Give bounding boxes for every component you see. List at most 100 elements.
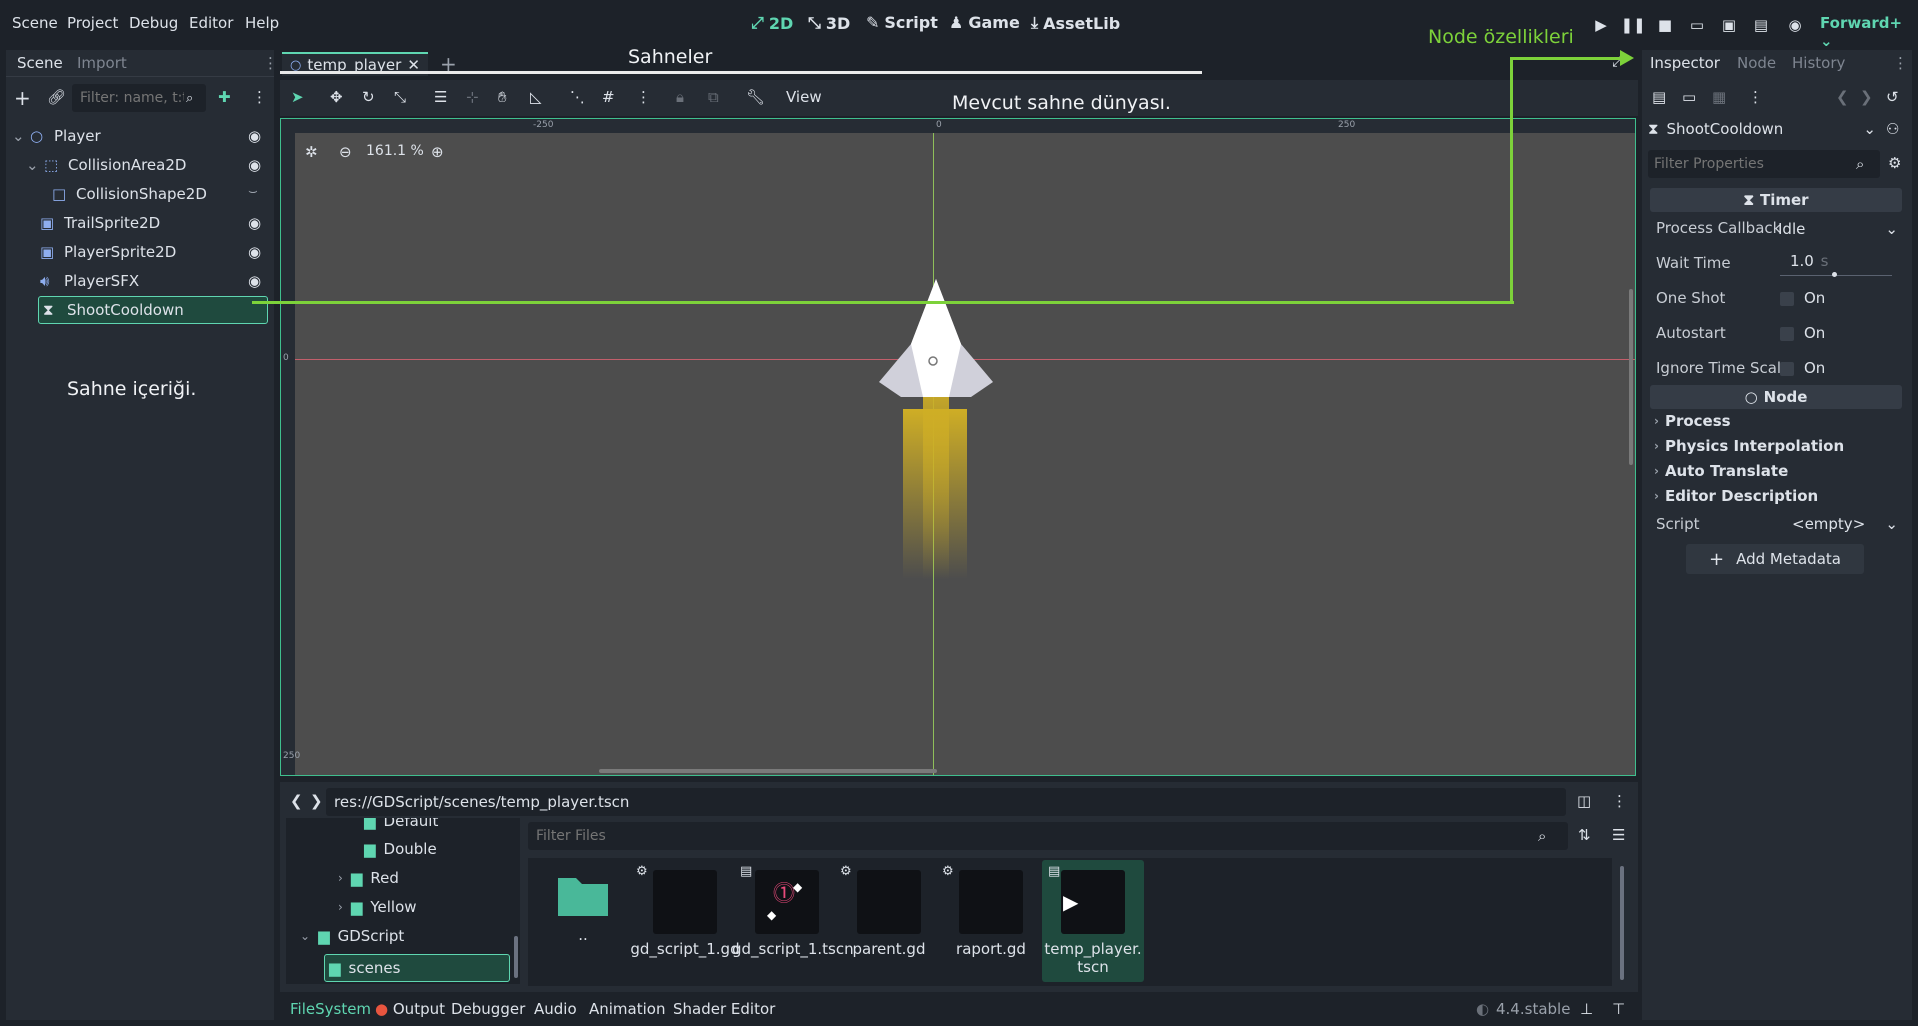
tree-node-playersprite2d[interactable]: ▣ PlayerSprite2D — [40, 238, 268, 266]
mode-script-button[interactable]: ✎ Script — [866, 13, 938, 32]
section-timer[interactable]: ⧗ Timer — [1650, 188, 1902, 212]
vertical-scrollbar[interactable] — [1629, 289, 1633, 465]
mode-game-button[interactable]: ♟ Game — [949, 13, 1020, 32]
script-resource-picker[interactable]: <empty> ⌄ — [1792, 512, 1902, 536]
play-scene-button[interactable]: ▣ — [1718, 14, 1740, 36]
file-parent-gd[interactable]: ⚙ parent.gd — [834, 860, 944, 958]
tab-output[interactable]: ● Output — [375, 1000, 445, 1018]
pan-tool-icon[interactable]: ✋︎ — [498, 88, 507, 106]
pin-icon[interactable]: ⊥ — [1580, 1000, 1593, 1018]
stop-button[interactable]: ■ — [1654, 14, 1676, 36]
tab-debugger[interactable]: Debugger — [451, 1000, 525, 1018]
fs-menu-icon[interactable]: ⋮ — [1612, 792, 1627, 810]
snap-options-icon[interactable]: ⋮ — [636, 88, 651, 106]
properties-filter-input[interactable] — [1652, 155, 1856, 173]
process-callback-select[interactable]: Idle ⌄ — [1778, 216, 1902, 242]
section-node[interactable]: ○ Node — [1650, 385, 1902, 409]
visibility-eye-icon[interactable]: ◉ — [248, 127, 261, 145]
tab-audio[interactable]: Audio — [534, 1000, 577, 1018]
category-physics-interpolation[interactable]: › Physics Interpolation — [1654, 437, 1844, 455]
category-editor-description[interactable]: › Editor Description — [1654, 487, 1818, 505]
back-icon[interactable]: ❮ — [290, 792, 303, 810]
folder-gdscript[interactable]: ⌄ ▆ GDScript — [300, 927, 404, 945]
scale-tool-icon[interactable]: ⤡ — [394, 88, 406, 106]
save-resource-icon[interactable]: ▦ — [1712, 88, 1726, 106]
object-tools-icon[interactable]: ⚇ — [1886, 120, 1899, 138]
split-mode-icon[interactable]: ◫ — [1577, 792, 1591, 810]
scene-dock-menu-icon[interactable]: ⋮ — [263, 54, 278, 72]
path-field[interactable]: res://GDScript/scenes/temp_player.tscn — [326, 788, 1566, 816]
history-forward-icon[interactable]: ❯ — [1860, 88, 1873, 106]
center-view-icon[interactable]: ✲ — [305, 143, 318, 161]
pivot-icon[interactable]: ⊹ — [466, 88, 479, 106]
file-grid-scrollbar[interactable] — [1620, 866, 1624, 980]
renderer-select[interactable]: Forward+ ⌄ — [1820, 14, 1918, 50]
history-back-icon[interactable]: ❮ — [1836, 88, 1849, 106]
property-options-icon[interactable]: ⚙ — [1888, 154, 1901, 172]
fs-tree-scrollbar[interactable] — [514, 936, 518, 978]
file-filter-field[interactable]: ⌕ — [528, 822, 1568, 850]
slider-grabber[interactable] — [1832, 272, 1837, 277]
remote-debug-button[interactable]: ▭ — [1686, 14, 1708, 36]
tab-filesystem[interactable]: FileSystem — [290, 1000, 371, 1018]
file-parent-dir[interactable]: .. — [528, 860, 638, 944]
zoom-level[interactable]: 161.1 % — [366, 143, 424, 159]
object-selector[interactable]: ⧗ ShootCooldown ⌄ — [1648, 116, 1876, 142]
one-shot-checkbox[interactable]: On — [1780, 289, 1825, 307]
menu-project[interactable]: Project — [67, 14, 118, 32]
menu-scene[interactable]: Scene — [12, 14, 58, 32]
expand-panel-icon[interactable]: ⊤ — [1612, 1000, 1625, 1018]
tab-import[interactable]: Import — [77, 54, 127, 72]
new-resource-icon[interactable]: ▤ — [1652, 88, 1666, 106]
play-button[interactable]: ▶ — [1590, 14, 1612, 36]
viewport-2d[interactable]: -250 0 250 0 250 ✲ ⊖ 161.1 % ⊕ — [280, 118, 1636, 776]
object-history-icon[interactable]: ↺ — [1886, 88, 1899, 106]
play-custom-scene-button[interactable]: ▤ — [1750, 14, 1772, 36]
sort-icon[interactable]: ⇅ — [1578, 826, 1591, 844]
ignore-time-scale-checkbox[interactable]: On — [1780, 359, 1825, 377]
open-resource-icon[interactable]: ▭ — [1682, 88, 1696, 106]
folder-red[interactable]: › ▆ Red — [338, 869, 399, 887]
menu-debug[interactable]: Debug — [129, 14, 178, 32]
select-tool-icon[interactable]: ➤ — [291, 88, 304, 106]
list-view-icon[interactable]: ☰ — [1612, 826, 1625, 844]
file-gd-script-1-gd[interactable]: ⚙ gd_script_1.gd — [630, 860, 740, 958]
visibility-eye-icon[interactable]: ◉ — [248, 214, 261, 232]
zoom-out-button[interactable]: ⊖ — [339, 143, 352, 161]
add-node-button[interactable]: + — [14, 86, 31, 110]
tab-history[interactable]: History — [1792, 54, 1845, 72]
file-filter-input[interactable] — [534, 827, 1538, 845]
tab-scene[interactable]: Scene — [17, 54, 63, 72]
file-temp-player-tscn[interactable]: ▶ ▤ temp_player.tscn — [1042, 860, 1144, 982]
menu-editor[interactable]: Editor — [189, 14, 233, 32]
folder-scenes[interactable]: ▆ scenes — [324, 954, 510, 982]
movie-maker-button[interactable]: ◉ — [1784, 14, 1806, 36]
visibility-eye-icon[interactable]: ◉ — [248, 272, 261, 290]
tab-node[interactable]: Node — [1737, 54, 1776, 72]
visibility-eye-icon[interactable]: ◉ — [248, 156, 261, 174]
scene-filter-input[interactable] — [78, 89, 186, 107]
file-raport-gd[interactable]: ⚙ raport.gd — [936, 860, 1046, 958]
forward-icon[interactable]: ❯ — [310, 792, 323, 810]
tab-shader-editor[interactable]: Shader Editor — [673, 1000, 775, 1018]
category-process[interactable]: › Process — [1654, 412, 1731, 430]
view-menu[interactable]: View — [786, 88, 822, 106]
pause-button[interactable]: ❚❚ — [1620, 14, 1645, 36]
tree-node-playersfx[interactable]: 🔊︎ PlayerSFX — [40, 267, 268, 295]
list-select-icon[interactable]: ☰ — [434, 88, 447, 106]
move-tool-icon[interactable]: ✥ — [330, 88, 343, 106]
tree-node-player[interactable]: ⌄ ○ Player — [12, 122, 268, 150]
scene-tree-menu-icon[interactable]: ⋮ — [252, 88, 267, 106]
folder-default[interactable]: ▆ Default — [364, 818, 438, 830]
tab-inspector[interactable]: Inspector — [1650, 54, 1720, 72]
mode-assetlib-button[interactable]: ⤓ AssetLib — [1031, 13, 1120, 33]
file-gd-script-1-tscn[interactable]: ⓵ ◆ ◆ ▤ gd_script_1.tscn — [732, 860, 854, 958]
tree-node-trailsprite2d[interactable]: ▣ TrailSprite2D — [40, 209, 268, 237]
add-metadata-button[interactable]: + Add Metadata — [1686, 544, 1864, 574]
folder-yellow[interactable]: › ▆ Yellow — [338, 898, 417, 916]
attach-script-icon[interactable]: ✚ — [218, 88, 231, 106]
tree-node-collisionshape2d[interactable]: □ CollisionShape2D — [52, 180, 268, 208]
link-icon[interactable]: 🔗︎ — [47, 88, 66, 106]
scene-filter-field[interactable]: ⌕ — [72, 84, 206, 112]
menu-help[interactable]: Help — [245, 14, 279, 32]
